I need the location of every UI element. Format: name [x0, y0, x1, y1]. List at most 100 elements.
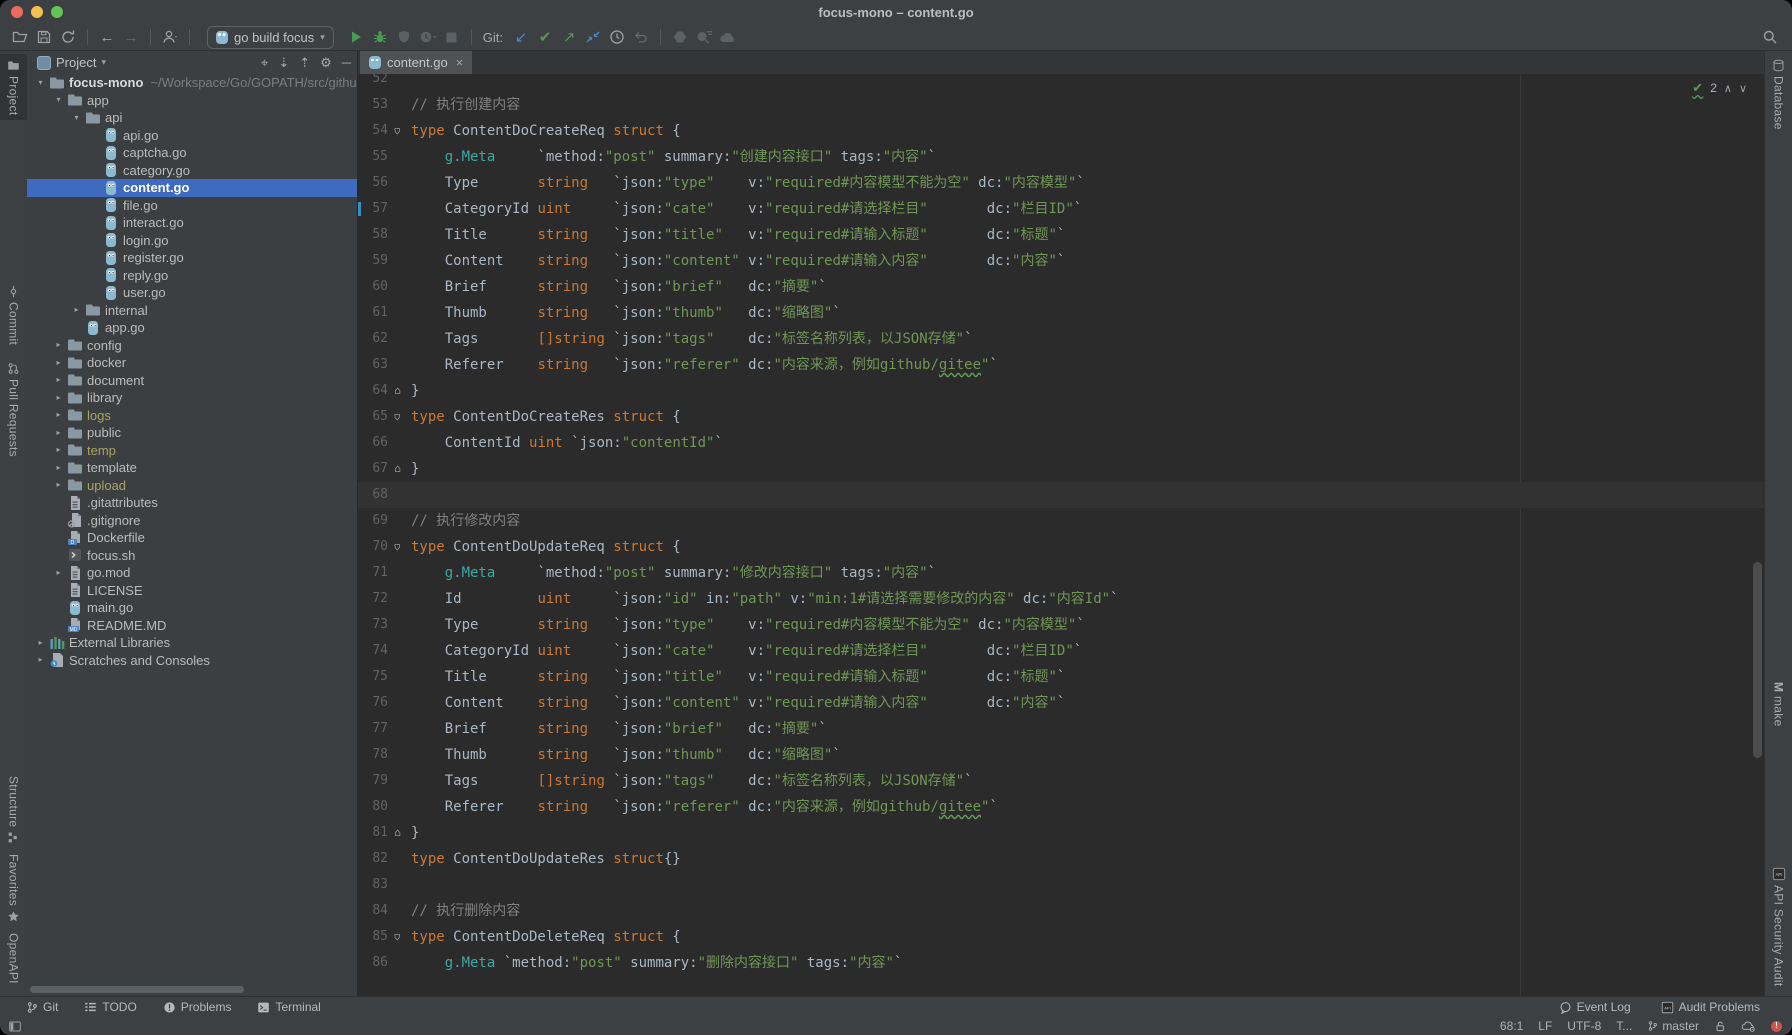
line-number[interactable]: 80: [358, 794, 388, 820]
editor-tab-content-go[interactable]: content.go ×: [360, 51, 472, 74]
tree-item[interactable]: ▾focus-mono~/Workspace/Go/GOPATH/src/git…: [27, 74, 357, 92]
fold-end-icon[interactable]: ⌂: [394, 462, 401, 475]
line-number[interactable]: 77: [358, 716, 388, 742]
editor-scrollbar-thumb[interactable]: [1753, 562, 1762, 758]
fold-end-icon[interactable]: ⌂: [394, 826, 401, 839]
tree-open-arrow-icon[interactable]: ▾: [33, 79, 48, 87]
line-number[interactable]: 57: [358, 196, 388, 222]
tree-item[interactable]: ▸External Libraries: [27, 634, 357, 652]
tree-item[interactable]: ▸Scratches and Consoles: [27, 652, 357, 670]
tree-item[interactable]: .gitattributes: [27, 494, 357, 512]
tree-open-arrow-icon[interactable]: ▾: [69, 114, 84, 122]
cloud-settings-icon[interactable]: [1741, 1020, 1756, 1033]
code-line[interactable]: 56 Type string `json:"type" v:"required#…: [358, 170, 1765, 196]
git-merge-icon[interactable]: [581, 25, 605, 49]
tree-item[interactable]: api.go: [27, 127, 357, 145]
tree-closed-arrow-icon[interactable]: ▸: [51, 376, 66, 384]
code-line[interactable]: 65⌂type ContentDoCreateRes struct {: [358, 404, 1765, 430]
code-editor[interactable]: ✔ 2 ∧ ∨ 5253// 执行创建内容54⌂type ContentDoCr…: [358, 74, 1765, 997]
code-line[interactable]: 63 Referer string `json:"referer" dc:"内容…: [358, 352, 1765, 378]
tree-item[interactable]: ▸public: [27, 424, 357, 442]
indent-style[interactable]: T...: [1616, 1019, 1632, 1033]
line-number[interactable]: 66: [358, 430, 388, 456]
code-line[interactable]: 55 g.Meta `method:"post" summary:"创建内容接口…: [358, 144, 1765, 170]
user-profile-icon[interactable]: [158, 25, 182, 49]
line-number[interactable]: 85: [358, 924, 388, 950]
line-number[interactable]: 74: [358, 638, 388, 664]
line-number[interactable]: 75: [358, 664, 388, 690]
code-line[interactable]: 61 Thumb string `json:"thumb" dc:"缩略图"`: [358, 300, 1765, 326]
toolwindow-git[interactable]: Git: [26, 1000, 58, 1014]
line-number[interactable]: 76: [358, 690, 388, 716]
tree-item[interactable]: app.go: [27, 319, 357, 337]
stripe-tab-make[interactable]: M make: [1765, 677, 1792, 732]
stripe-tab-api-security-audit[interactable]: API API Security Audit: [1765, 862, 1792, 991]
line-number[interactable]: 82: [358, 846, 388, 872]
tree-item[interactable]: captcha.go: [27, 144, 357, 162]
code-line[interactable]: 57 CategoryId uint `json:"cate" v:"requi…: [358, 196, 1765, 222]
tree-closed-arrow-icon[interactable]: ▸: [51, 394, 66, 402]
code-line[interactable]: 77 Brief string `json:"brief" dc:"摘要"`: [358, 716, 1765, 742]
line-number[interactable]: 62: [358, 326, 388, 352]
tree-closed-arrow-icon[interactable]: ▸: [51, 481, 66, 489]
line-number[interactable]: 58: [358, 222, 388, 248]
chevron-down-icon[interactable]: ▾: [101, 57, 106, 68]
code-line[interactable]: 78 Thumb string `json:"thumb" dc:"缩略图"`: [358, 742, 1765, 768]
code-line[interactable]: 67⌂}: [358, 456, 1765, 482]
run-button[interactable]: [344, 25, 368, 49]
stripe-tab-commit[interactable]: Commit: [0, 280, 27, 350]
find-in-database-icon-disabled[interactable]: [692, 25, 716, 49]
tree-item[interactable]: MDREADME.MD: [27, 617, 357, 635]
tree-item[interactable]: ▸internal: [27, 302, 357, 320]
tree-item[interactable]: ▸temp: [27, 442, 357, 460]
code-line[interactable]: 68: [358, 482, 1765, 508]
line-number[interactable]: 59: [358, 248, 388, 274]
line-number[interactable]: 64: [358, 378, 388, 404]
line-number[interactable]: 69: [358, 508, 388, 534]
stripe-tab-openapi[interactable]: OpenAPI: [0, 928, 27, 989]
line-number[interactable]: 72: [358, 586, 388, 612]
tree-item[interactable]: ▾app: [27, 92, 357, 110]
tree-item[interactable]: ▸docker: [27, 354, 357, 372]
tree-item[interactable]: ▸logs: [27, 407, 357, 425]
code-line[interactable]: 53// 执行创建内容: [358, 92, 1765, 118]
hexagon-icon-disabled[interactable]: [668, 25, 692, 49]
tree-closed-arrow-icon[interactable]: ▸: [51, 411, 66, 419]
code-line[interactable]: 60 Brief string `json:"brief" dc:"摘要"`: [358, 274, 1765, 300]
tree-closed-arrow-icon[interactable]: ▸: [69, 306, 84, 314]
line-number[interactable]: 67: [358, 456, 388, 482]
collapse-all-icon[interactable]: ⇡: [299, 56, 310, 69]
fold-end-icon[interactable]: ⌂: [394, 384, 401, 397]
search-everywhere-icon[interactable]: [1758, 25, 1782, 49]
line-number[interactable]: 83: [358, 872, 388, 898]
git-history-icon[interactable]: [605, 25, 629, 49]
code-line[interactable]: 79 Tags []string `json:"tags" dc:"标签名称列表…: [358, 768, 1765, 794]
tree-item[interactable]: ▸template: [27, 459, 357, 477]
line-number[interactable]: 71: [358, 560, 388, 586]
rollback-icon-disabled[interactable]: [629, 25, 653, 49]
code-line[interactable]: 69// 执行修改内容: [358, 508, 1765, 534]
code-line[interactable]: 74 CategoryId uint `json:"cate" v:"requi…: [358, 638, 1765, 664]
tree-closed-arrow-icon[interactable]: ▸: [51, 446, 66, 454]
caret-position[interactable]: 68:1: [1500, 1019, 1523, 1033]
tree-item[interactable]: reply.go: [27, 267, 357, 285]
stripe-tab-structure[interactable]: Structure: [0, 771, 27, 849]
fold-start-icon[interactable]: ⌂: [394, 404, 401, 430]
hide-panel-icon[interactable]: ─: [342, 56, 351, 69]
stop-button-disabled[interactable]: [440, 25, 464, 49]
line-number[interactable]: 53: [358, 92, 388, 118]
tree-closed-arrow-icon[interactable]: ▸: [33, 656, 48, 664]
line-number[interactable]: 73: [358, 612, 388, 638]
code-line[interactable]: 58 Title string `json:"title" v:"require…: [358, 222, 1765, 248]
tree-item[interactable]: content.go: [27, 179, 357, 197]
line-ending[interactable]: LF: [1538, 1019, 1552, 1033]
code-line[interactable]: 86 g.Meta `method:"post" summary:"删除内容接口…: [358, 950, 1765, 976]
line-number[interactable]: 78: [358, 742, 388, 768]
back-icon[interactable]: ←: [95, 25, 119, 49]
tree-closed-arrow-icon[interactable]: ▸: [51, 464, 66, 472]
code-line[interactable]: 84// 执行删除内容: [358, 898, 1765, 924]
project-horizontal-scrollbar[interactable]: [30, 986, 244, 993]
code-line[interactable]: 73 Type string `json:"type" v:"required#…: [358, 612, 1765, 638]
tree-item[interactable]: login.go: [27, 232, 357, 250]
stripe-tab-database[interactable]: Database: [1765, 54, 1792, 135]
